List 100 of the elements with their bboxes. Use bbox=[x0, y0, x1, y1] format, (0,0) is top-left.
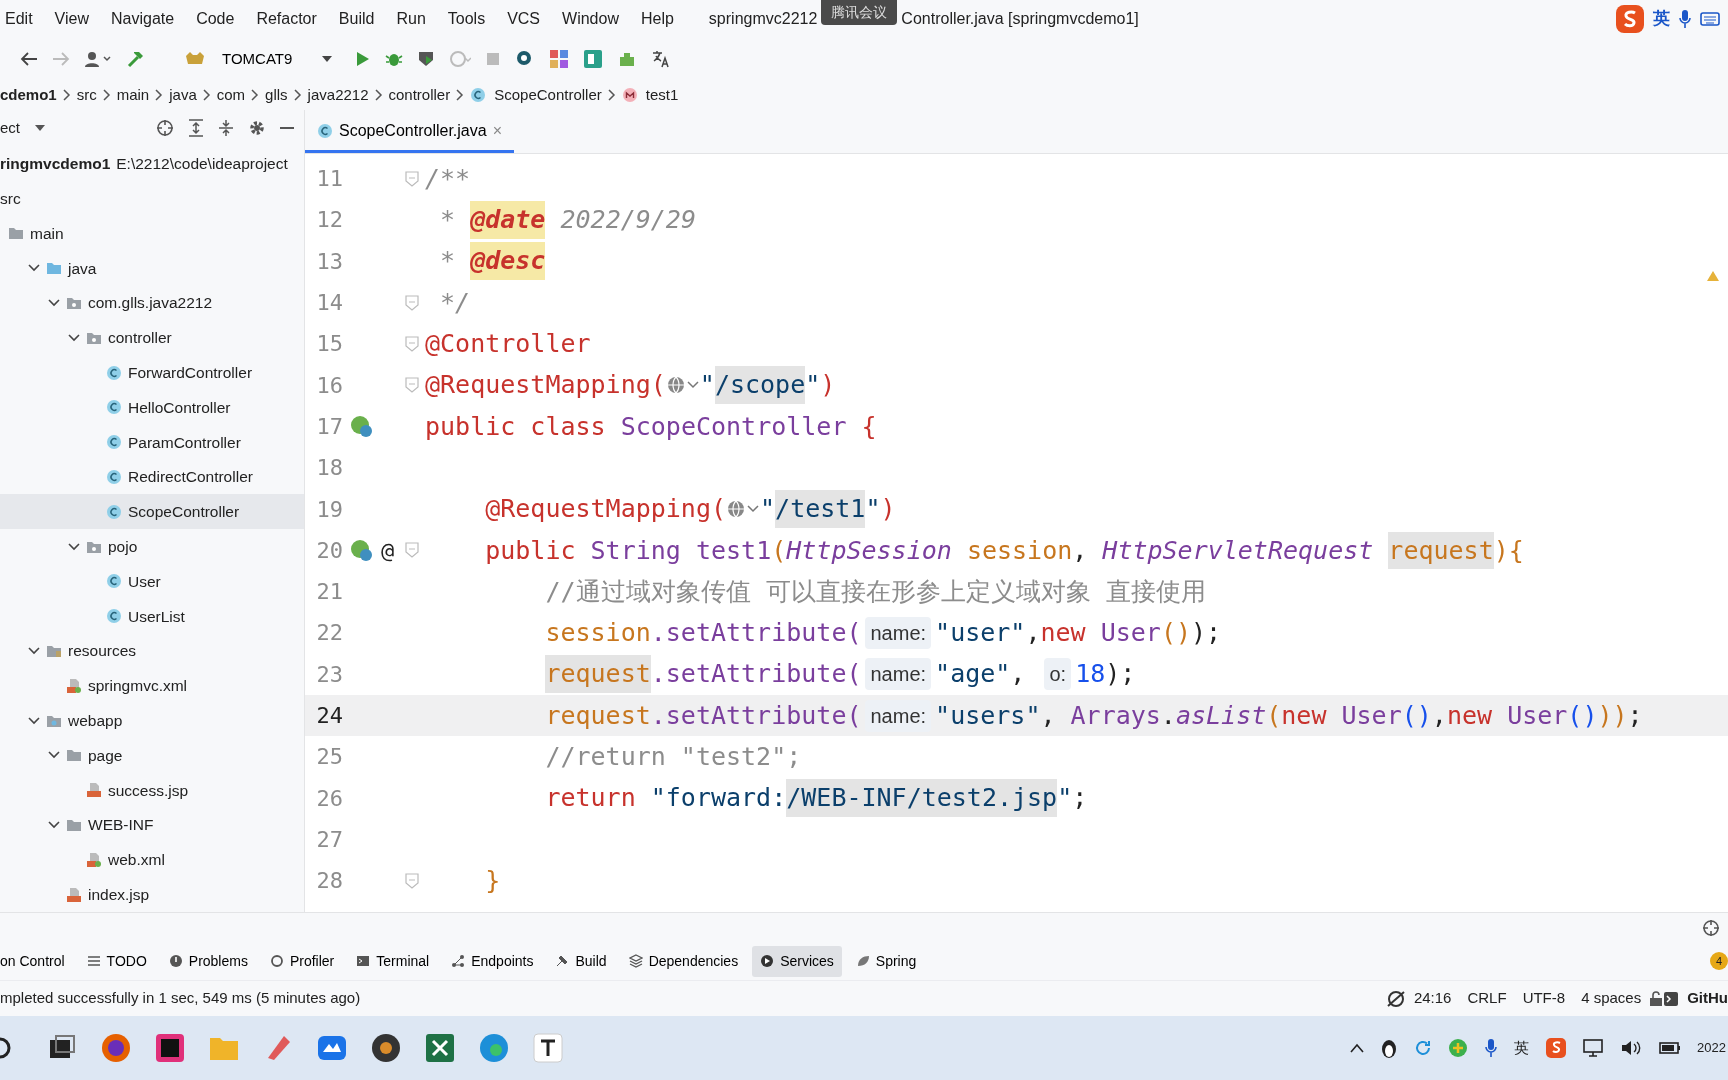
tool-window-tab[interactable]: TODO bbox=[78, 945, 155, 977]
tool-window-tab[interactable]: Dependencies bbox=[620, 945, 747, 977]
breadcrumb-item[interactable]: controller bbox=[388, 83, 451, 107]
microphone-icon[interactable] bbox=[1484, 1038, 1499, 1058]
penguin-icon[interactable] bbox=[1380, 1038, 1399, 1058]
tree-item[interactable]: ForwardController bbox=[128, 361, 253, 385]
chevron-down-icon[interactable] bbox=[68, 331, 80, 344]
tree-item[interactable]: controller bbox=[108, 326, 172, 350]
run-configuration-dropdown[interactable]: TOMCAT9 bbox=[176, 44, 341, 74]
fold-marker-icon[interactable] bbox=[405, 542, 419, 559]
file-encoding[interactable]: UTF-8 bbox=[1514, 987, 1574, 1010]
fold-marker-icon[interactable] bbox=[405, 294, 419, 311]
tree-item[interactable]: src bbox=[0, 187, 21, 211]
menu-item[interactable]: Run bbox=[385, 7, 437, 31]
expand-all-icon[interactable] bbox=[188, 119, 204, 138]
menu-item[interactable]: Help bbox=[629, 7, 685, 31]
globe-icon[interactable] bbox=[726, 499, 747, 519]
tool-window-tab[interactable]: Endpoints bbox=[443, 945, 542, 977]
media-app-icon[interactable] bbox=[370, 1032, 402, 1064]
caret-icon[interactable] bbox=[746, 504, 761, 514]
tree-item[interactable]: index.jsp bbox=[88, 882, 150, 907]
menu-item[interactable]: Navigate bbox=[99, 7, 186, 31]
ime-mode[interactable]: 英 bbox=[1653, 6, 1670, 32]
menu-item[interactable]: Refactor bbox=[245, 7, 328, 31]
fold-marker-icon[interactable] bbox=[405, 170, 419, 187]
translate-icon[interactable] bbox=[651, 49, 671, 69]
tree-item[interactable]: WEB-INF bbox=[88, 813, 154, 837]
chevron-down-icon[interactable] bbox=[68, 540, 80, 553]
tree-item[interactable]: com.glls.java2212 bbox=[88, 291, 213, 315]
collapse-all-icon[interactable] bbox=[218, 119, 234, 138]
caret-icon[interactable] bbox=[34, 124, 46, 133]
tree-item[interactable]: web.xml bbox=[108, 848, 165, 872]
crosshair-icon[interactable] bbox=[1702, 918, 1720, 937]
chevron-down-icon[interactable] bbox=[48, 819, 60, 831]
tree-item[interactable]: page bbox=[88, 743, 123, 768]
project-view-title[interactable]: ect bbox=[0, 117, 20, 140]
fold-marker-icon[interactable] bbox=[405, 377, 419, 394]
tree-item[interactable]: webapp bbox=[68, 709, 123, 733]
tree-item[interactable]: User bbox=[128, 569, 161, 594]
breadcrumb-item[interactable]: main bbox=[116, 83, 150, 107]
project-root[interactable]: ringmvcdemo1 bbox=[0, 152, 111, 176]
editor-tab[interactable]: ScopeController.java × bbox=[305, 111, 514, 153]
indent-setting[interactable]: 4 spaces bbox=[1573, 987, 1650, 1010]
layout-icon[interactable] bbox=[583, 49, 603, 69]
fold-marker-icon[interactable] bbox=[405, 335, 419, 352]
input-method-indicator[interactable]: 英 bbox=[1514, 1036, 1530, 1060]
spreadsheet-icon[interactable] bbox=[424, 1032, 456, 1064]
tree-item[interactable]: resources bbox=[68, 639, 137, 663]
breadcrumb-item[interactable]: java2212 bbox=[307, 83, 369, 107]
caret-position[interactable]: 24:16 bbox=[1405, 987, 1460, 1010]
clock-date[interactable]: 2022 bbox=[1697, 1038, 1726, 1058]
tool-window-tab[interactable]: Services bbox=[752, 945, 842, 977]
breadcrumb-item[interactable]: src bbox=[76, 83, 97, 107]
menu-item[interactable]: Tools bbox=[436, 7, 497, 31]
crosshair-icon[interactable] bbox=[156, 119, 174, 138]
menu-item[interactable]: View bbox=[43, 7, 100, 31]
chevron-down-icon[interactable] bbox=[28, 714, 40, 727]
menu-item[interactable]: Build bbox=[327, 7, 386, 31]
tree-item[interactable]: main bbox=[30, 221, 64, 246]
microphone-icon[interactable] bbox=[1678, 9, 1692, 29]
edge-browser-icon[interactable] bbox=[478, 1032, 510, 1064]
tool-window-tab[interactable]: Spring bbox=[847, 945, 925, 977]
breadcrumb-item[interactable]: ScopeController bbox=[494, 83, 602, 107]
tree-item[interactable]: java bbox=[68, 256, 97, 280]
globe-icon[interactable] bbox=[665, 375, 686, 396]
user-icon[interactable] bbox=[84, 50, 112, 68]
bean-icon[interactable] bbox=[349, 414, 373, 439]
run-icon[interactable] bbox=[355, 50, 371, 68]
browser-icon[interactable] bbox=[100, 1032, 132, 1064]
power-save-icon[interactable] bbox=[1385, 989, 1406, 1008]
tree-item[interactable]: UserList bbox=[128, 604, 185, 628]
ide-app-icon[interactable] bbox=[154, 1032, 186, 1064]
menu-item[interactable]: VCS bbox=[496, 7, 552, 31]
tree-item[interactable]: pojo bbox=[108, 535, 138, 559]
fold-marker-icon[interactable] bbox=[405, 872, 419, 889]
back-arrow-icon[interactable] bbox=[20, 51, 38, 67]
minimize-icon[interactable] bbox=[280, 126, 294, 131]
display-icon[interactable] bbox=[1583, 1038, 1606, 1058]
settings-icon[interactable] bbox=[248, 119, 266, 138]
menu-item[interactable]: Window bbox=[551, 7, 630, 31]
notification-count-badge[interactable]: 4 bbox=[1710, 952, 1728, 970]
menu-item[interactable]: Edit bbox=[0, 7, 44, 31]
bean-icon[interactable] bbox=[349, 538, 373, 563]
line-separator[interactable]: CRLF bbox=[1459, 987, 1515, 1010]
tree-item[interactable]: success.jsp bbox=[108, 778, 189, 802]
tree-item[interactable]: ParamController bbox=[128, 430, 241, 454]
tool-window-tab[interactable]: Problems bbox=[160, 945, 256, 977]
keyboard-icon[interactable] bbox=[1700, 11, 1720, 27]
text-editor-icon[interactable] bbox=[532, 1032, 564, 1064]
breadcrumb-item[interactable]: glls bbox=[265, 83, 288, 107]
tool-window-tab[interactable]: Terminal bbox=[348, 945, 438, 977]
terminal-icon[interactable] bbox=[1663, 990, 1680, 1007]
chevron-up-icon[interactable] bbox=[1350, 1043, 1365, 1053]
breadcrumb-item[interactable]: cdemo1 bbox=[0, 83, 57, 107]
battery-icon[interactable] bbox=[1659, 1041, 1682, 1055]
breadcrumb-item[interactable]: com bbox=[216, 83, 246, 107]
chevron-down-icon[interactable] bbox=[28, 645, 40, 657]
lock-icon[interactable] bbox=[1649, 990, 1664, 1007]
caret-icon[interactable] bbox=[685, 380, 700, 391]
tree-item[interactable]: springmvc.xml bbox=[88, 674, 188, 698]
